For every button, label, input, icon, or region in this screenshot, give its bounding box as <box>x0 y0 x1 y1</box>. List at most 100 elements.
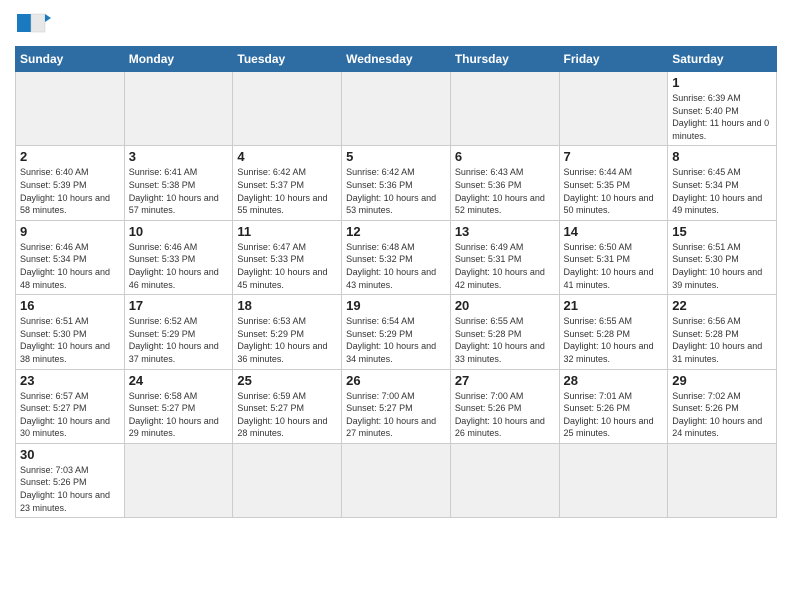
day-info: Sunrise: 6:56 AM Sunset: 5:28 PM Dayligh… <box>672 315 772 365</box>
calendar-cell: 5 Sunrise: 6:42 AM Sunset: 5:36 PM Daylig… <box>342 146 451 220</box>
calendar-cell: 20 Sunrise: 6:55 AM Sunset: 5:28 PM Dayli… <box>450 295 559 369</box>
weekday-header-row: SundayMondayTuesdayWednesdayThursdayFrid… <box>16 47 777 72</box>
calendar-cell: 22Sunrise: 6:56 AM Sunset: 5:28 PM Dayli… <box>668 295 777 369</box>
day-info: Sunrise: 6:49 AM Sunset: 5:31 PM Dayligh… <box>455 241 555 291</box>
calendar-cell: 15 Sunrise: 6:51 AM Sunset: 5:30 PM Dayli… <box>668 220 777 294</box>
day-info: Sunrise: 6:57 AM Sunset: 5:27 PM Dayligh… <box>20 390 120 440</box>
calendar-cell: 26Sunrise: 7:00 AM Sunset: 5:27 PM Dayli… <box>342 369 451 443</box>
header <box>15 10 777 38</box>
calendar-table: SundayMondayTuesdayWednesdayThursdayFrid… <box>15 46 777 518</box>
day-info: Sunrise: 6:44 AM Sunset: 5:35 PM Dayligh… <box>564 166 664 216</box>
week-row-6: 30Sunrise: 7:03 AM Sunset: 5:26 PM Dayli… <box>16 443 777 517</box>
day-info: Sunrise: 6:53 AM Sunset: 5:29 PM Dayligh… <box>237 315 337 365</box>
day-info: Sunrise: 6:52 AM Sunset: 5:29 PM Dayligh… <box>129 315 229 365</box>
weekday-header-monday: Monday <box>124 47 233 72</box>
calendar-cell: 16 Sunrise: 6:51 AM Sunset: 5:30 PM Dayli… <box>16 295 125 369</box>
day-info: Sunrise: 7:03 AM Sunset: 5:26 PM Dayligh… <box>20 464 120 514</box>
week-row-1: 1 Sunrise: 6:39 AM Sunset: 5:40 PM Daylig… <box>16 72 777 146</box>
calendar-cell <box>124 443 233 517</box>
calendar-page: SundayMondayTuesdayWednesdayThursdayFrid… <box>0 0 792 612</box>
calendar-cell: 13 Sunrise: 6:49 AM Sunset: 5:31 PM Dayli… <box>450 220 559 294</box>
day-info: Sunrise: 6:55 AM Sunset: 5:28 PM Dayligh… <box>564 315 664 365</box>
day-info: Sunrise: 6:40 AM Sunset: 5:39 PM Dayligh… <box>20 166 120 216</box>
day-number: 10 <box>129 224 229 239</box>
calendar-cell <box>342 443 451 517</box>
weekday-header-tuesday: Tuesday <box>233 47 342 72</box>
day-number: 25 <box>237 373 337 388</box>
day-info: Sunrise: 6:42 AM Sunset: 5:36 PM Dayligh… <box>346 166 446 216</box>
day-info: Sunrise: 6:45 AM Sunset: 5:34 PM Dayligh… <box>672 166 772 216</box>
day-info: Sunrise: 7:00 AM Sunset: 5:27 PM Dayligh… <box>346 390 446 440</box>
day-number: 15 <box>672 224 772 239</box>
calendar-cell: 11Sunrise: 6:47 AM Sunset: 5:33 PM Dayli… <box>233 220 342 294</box>
weekday-header-wednesday: Wednesday <box>342 47 451 72</box>
day-number: 16 <box>20 298 120 313</box>
weekday-header-sunday: Sunday <box>16 47 125 72</box>
day-info: Sunrise: 6:59 AM Sunset: 5:27 PM Dayligh… <box>237 390 337 440</box>
day-number: 24 <box>129 373 229 388</box>
day-info: Sunrise: 7:01 AM Sunset: 5:26 PM Dayligh… <box>564 390 664 440</box>
day-info: Sunrise: 6:58 AM Sunset: 5:27 PM Dayligh… <box>129 390 229 440</box>
calendar-cell: 18 Sunrise: 6:53 AM Sunset: 5:29 PM Dayli… <box>233 295 342 369</box>
day-number: 13 <box>455 224 555 239</box>
day-number: 9 <box>20 224 120 239</box>
day-number: 17 <box>129 298 229 313</box>
weekday-header-friday: Friday <box>559 47 668 72</box>
day-info: Sunrise: 6:46 AM Sunset: 5:33 PM Dayligh… <box>129 241 229 291</box>
calendar-cell: 21 Sunrise: 6:55 AM Sunset: 5:28 PM Dayli… <box>559 295 668 369</box>
week-row-3: 9 Sunrise: 6:46 AM Sunset: 5:34 PM Daylig… <box>16 220 777 294</box>
day-number: 18 <box>237 298 337 313</box>
weekday-header-saturday: Saturday <box>668 47 777 72</box>
calendar-cell: 23Sunrise: 6:57 AM Sunset: 5:27 PM Dayli… <box>16 369 125 443</box>
calendar-cell: 8 Sunrise: 6:45 AM Sunset: 5:34 PM Daylig… <box>668 146 777 220</box>
calendar-cell <box>559 443 668 517</box>
calendar-cell: 17 Sunrise: 6:52 AM Sunset: 5:29 PM Dayli… <box>124 295 233 369</box>
logo-icon <box>15 10 51 38</box>
day-info: Sunrise: 7:00 AM Sunset: 5:26 PM Dayligh… <box>455 390 555 440</box>
calendar-cell <box>233 443 342 517</box>
day-info: Sunrise: 6:50 AM Sunset: 5:31 PM Dayligh… <box>564 241 664 291</box>
calendar-cell <box>668 443 777 517</box>
day-number: 19 <box>346 298 446 313</box>
calendar-cell <box>450 72 559 146</box>
calendar-cell: 3 Sunrise: 6:41 AM Sunset: 5:38 PM Daylig… <box>124 146 233 220</box>
day-info: Sunrise: 6:54 AM Sunset: 5:29 PM Dayligh… <box>346 315 446 365</box>
day-number: 27 <box>455 373 555 388</box>
calendar-cell: 9 Sunrise: 6:46 AM Sunset: 5:34 PM Daylig… <box>16 220 125 294</box>
calendar-cell: 24 Sunrise: 6:58 AM Sunset: 5:27 PM Dayli… <box>124 369 233 443</box>
calendar-cell <box>16 72 125 146</box>
week-row-2: 2 Sunrise: 6:40 AM Sunset: 5:39 PM Daylig… <box>16 146 777 220</box>
day-number: 5 <box>346 149 446 164</box>
day-number: 20 <box>455 298 555 313</box>
week-row-5: 23Sunrise: 6:57 AM Sunset: 5:27 PM Dayli… <box>16 369 777 443</box>
day-info: Sunrise: 6:43 AM Sunset: 5:36 PM Dayligh… <box>455 166 555 216</box>
day-info: Sunrise: 6:39 AM Sunset: 5:40 PM Dayligh… <box>672 92 772 142</box>
calendar-cell: 30Sunrise: 7:03 AM Sunset: 5:26 PM Dayli… <box>16 443 125 517</box>
logo <box>15 10 55 38</box>
calendar-cell <box>450 443 559 517</box>
day-info: Sunrise: 6:46 AM Sunset: 5:34 PM Dayligh… <box>20 241 120 291</box>
calendar-cell: 6Sunrise: 6:43 AM Sunset: 5:36 PM Daylig… <box>450 146 559 220</box>
calendar-cell <box>342 72 451 146</box>
day-info: Sunrise: 6:48 AM Sunset: 5:32 PM Dayligh… <box>346 241 446 291</box>
day-number: 2 <box>20 149 120 164</box>
day-info: Sunrise: 6:51 AM Sunset: 5:30 PM Dayligh… <box>672 241 772 291</box>
day-number: 8 <box>672 149 772 164</box>
calendar-cell: 2 Sunrise: 6:40 AM Sunset: 5:39 PM Daylig… <box>16 146 125 220</box>
day-info: Sunrise: 7:02 AM Sunset: 5:26 PM Dayligh… <box>672 390 772 440</box>
day-number: 1 <box>672 75 772 90</box>
calendar-cell: 25 Sunrise: 6:59 AM Sunset: 5:27 PM Dayli… <box>233 369 342 443</box>
day-number: 21 <box>564 298 664 313</box>
calendar-cell: 4Sunrise: 6:42 AM Sunset: 5:37 PM Daylig… <box>233 146 342 220</box>
calendar-cell: 29Sunrise: 7:02 AM Sunset: 5:26 PM Dayli… <box>668 369 777 443</box>
day-info: Sunrise: 6:51 AM Sunset: 5:30 PM Dayligh… <box>20 315 120 365</box>
day-number: 3 <box>129 149 229 164</box>
week-row-4: 16 Sunrise: 6:51 AM Sunset: 5:30 PM Dayli… <box>16 295 777 369</box>
day-info: Sunrise: 6:55 AM Sunset: 5:28 PM Dayligh… <box>455 315 555 365</box>
day-number: 14 <box>564 224 664 239</box>
calendar-cell: 14 Sunrise: 6:50 AM Sunset: 5:31 PM Dayli… <box>559 220 668 294</box>
calendar-cell: 1 Sunrise: 6:39 AM Sunset: 5:40 PM Daylig… <box>668 72 777 146</box>
day-info: Sunrise: 6:41 AM Sunset: 5:38 PM Dayligh… <box>129 166 229 216</box>
weekday-header-thursday: Thursday <box>450 47 559 72</box>
day-number: 11 <box>237 224 337 239</box>
